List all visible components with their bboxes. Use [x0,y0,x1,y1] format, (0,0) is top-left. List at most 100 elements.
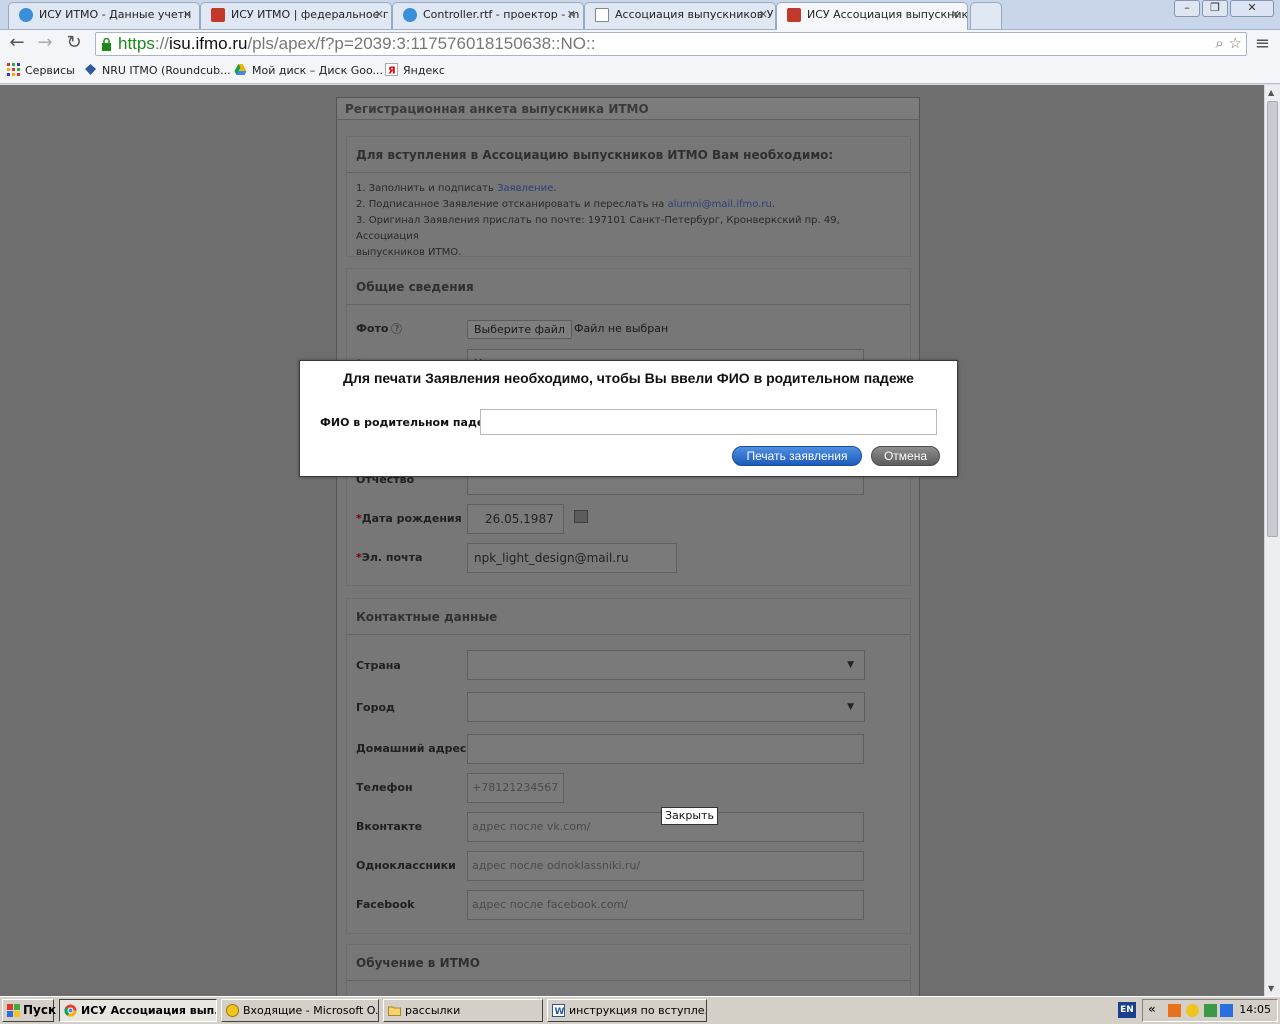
address-field[interactable] [467,734,864,764]
contacts-region: Контактные данные Страна ▼ Город ▼ Домаш… [346,598,911,934]
bookmarks-bar: Сервисы NRU ITMO (Roundcub... Мой диск –… [0,58,1280,84]
tab-close-icon[interactable]: ✕ [567,3,576,27]
taskbar-chrome[interactable]: ИСУ Ассоциация вып... [59,999,217,1022]
tray-app-icon[interactable] [1168,1004,1181,1017]
email-field[interactable]: npk_light_design@mail.ru [467,543,677,573]
browser-toolbar: ← → ↻ https://isu.ifmo.ru/pls/apex/f?p=2… [0,30,1280,58]
window-controls: – ❐ ✕ [1174,0,1274,17]
print-application-dialog: Для печати Заявления необходимо, чтобы В… [299,360,958,477]
odnoklassniki-field[interactable]: адрес после odnoklassniki.ru/ [467,851,864,881]
bookmark-google-drive[interactable]: Мой диск – Диск Goo... [234,63,383,77]
cancel-button[interactable]: Отмена [871,446,940,466]
address-bar[interactable]: https://isu.ifmo.ru/pls/apex/f?p=2039:3:… [95,32,1247,56]
study-heading: Обучение в ИТМО [347,945,910,981]
minimize-icon[interactable]: – [1174,0,1200,17]
general-heading: Общие сведения [347,269,910,305]
svg-text:W: W [555,1007,565,1017]
forward-arrow-icon[interactable]: → [34,33,56,55]
isu-favicon-icon [19,8,33,22]
isu-favicon-icon [211,8,225,22]
tab-close-icon[interactable]: ✕ [183,3,192,27]
scrollbar-thumb[interactable] [1267,101,1278,537]
system-tray: « 14:05 [1142,999,1278,1022]
clock[interactable]: 14:05 [1239,1003,1271,1016]
start-button[interactable]: Пуск [2,999,56,1022]
close-tooltip: Закрыть [661,807,718,825]
tray-sync-icon[interactable] [1220,1004,1233,1017]
study-region: Обучение в ИТМО [346,944,911,996]
taskbar-word[interactable]: W инструкция по вступле... [547,999,707,1022]
restore-icon[interactable]: ❐ [1202,0,1228,17]
tray-outlook-icon[interactable] [1186,1004,1199,1017]
fio-genitive-input[interactable] [480,409,937,435]
join-heading: Для вступления в Ассоциацию выпускников … [347,137,910,173]
application-link[interactable]: Заявление [497,183,553,194]
no-file-text: Файл не выбран [574,322,669,335]
choose-file-button[interactable]: Выберите файл [467,320,572,339]
isu-favicon-icon [787,8,801,22]
taskbar-folder[interactable]: рассылки [383,999,543,1022]
vk-label: Вконтакте [356,820,423,833]
city-select[interactable]: ▼ [467,692,865,722]
outlook-icon [226,1004,239,1017]
tray-expand-icon[interactable]: « [1148,1002,1156,1016]
join-step-2: 2. Подписанное Заявление отсканировать и… [356,199,775,210]
facebook-label: Facebook [356,898,415,911]
windows-logo-icon [7,1004,20,1017]
search-icon[interactable]: ⌕ [1215,34,1223,52]
alumni-email-link[interactable]: alumni@mail.ifmo.ru [667,199,771,210]
tab-close-icon[interactable]: ✕ [375,3,384,27]
language-indicator[interactable]: EN [1118,1002,1136,1018]
windows-taskbar: Пуск ИСУ Ассоциация вып... Входящие - Mi… [0,996,1280,1024]
close-window-icon[interactable]: ✕ [1230,0,1274,17]
yandex-icon: Я [385,63,398,76]
bookmark-services[interactable]: Сервисы [7,63,75,77]
roundcube-icon [85,64,96,75]
tray-network-icon[interactable] [1204,1004,1217,1017]
country-label: Страна [356,659,401,672]
dialog-title: Для печати Заявления необходимо, чтобы В… [343,370,914,386]
registration-panel: Регистрационная анкета выпускника ИТМО Д… [336,97,920,996]
browser-tab-bar: ИСУ ИТМО - Данные учетн ✕ ИСУ ИТМО | фед… [0,0,1280,30]
svg-text:Я: Я [388,66,396,77]
bookmark-roundcube[interactable]: NRU ITMO (Roundcub... [84,63,231,77]
contacts-heading: Контактные данные [347,599,910,635]
browser-tab-4[interactable]: Ассоциация выпускников У ✕ [584,2,776,29]
join-instructions-region: Для вступления в Ассоциацию выпускников … [346,136,911,258]
browser-tab-3[interactable]: Controller.rtf - проектор - m ✕ [392,2,584,29]
browser-tab-2[interactable]: ИСУ ИТМО | федеральное г ✕ [200,2,392,29]
facebook-field[interactable]: адрес после facebook.com/ [467,890,864,920]
phone-field[interactable]: +78121234567 [467,773,564,803]
page-title: Регистрационная анкета выпускника ИТМО [337,98,919,120]
join-step-3: 3. Оригинал Заявления прислать по почте:… [356,215,840,242]
browser-tab-active[interactable]: ИСУ Ассоциация выпускник ✕ [776,2,968,30]
browser-menu-icon[interactable]: ≡ [1255,33,1270,54]
address-label: Домашний адрес [356,742,467,755]
taskbar-outlook[interactable]: Входящие - Microsoft O... [221,999,379,1022]
back-arrow-icon[interactable]: ← [6,33,28,55]
join-instructions: 1. Заполнить и подписать Заявление. 2. П… [347,173,910,269]
url-text: https://isu.ifmo.ru/pls/apex/f?p=2039:3:… [118,34,596,53]
document-favicon-icon [595,8,609,22]
calendar-icon[interactable] [574,510,588,523]
tab-close-icon[interactable]: ✕ [951,3,960,27]
print-application-button[interactable]: Печать заявления [732,446,862,466]
vertical-scrollbar[interactable]: ▲ ▼ [1264,85,1280,996]
reload-icon[interactable]: ↻ [63,33,85,55]
email-label: *Эл. почта [356,551,423,564]
help-icon[interactable]: ? [391,323,403,334]
tab-close-icon[interactable]: ✕ [759,3,768,27]
browser-tab-1[interactable]: ИСУ ИТМО - Данные учетн ✕ [8,2,200,29]
chrome-icon [64,1004,77,1017]
birthdate-label: *Дата рождения [356,512,462,525]
page-viewport: Регистрационная анкета выпускника ИТМО Д… [0,85,1264,996]
scroll-up-icon[interactable]: ▲ [1268,88,1274,97]
country-select[interactable]: ▼ [467,650,865,680]
new-tab-button[interactable] [970,2,1002,29]
folder-icon [388,1006,401,1016]
star-icon[interactable]: ☆ [1229,34,1242,52]
birthdate-field[interactable]: 26.05.1987 [467,504,564,534]
scroll-down-icon[interactable]: ▼ [1268,984,1274,993]
join-step-3-cont: выпускников ИТМО. [356,247,462,258]
bookmark-yandex[interactable]: Я Яндекс [385,63,445,77]
